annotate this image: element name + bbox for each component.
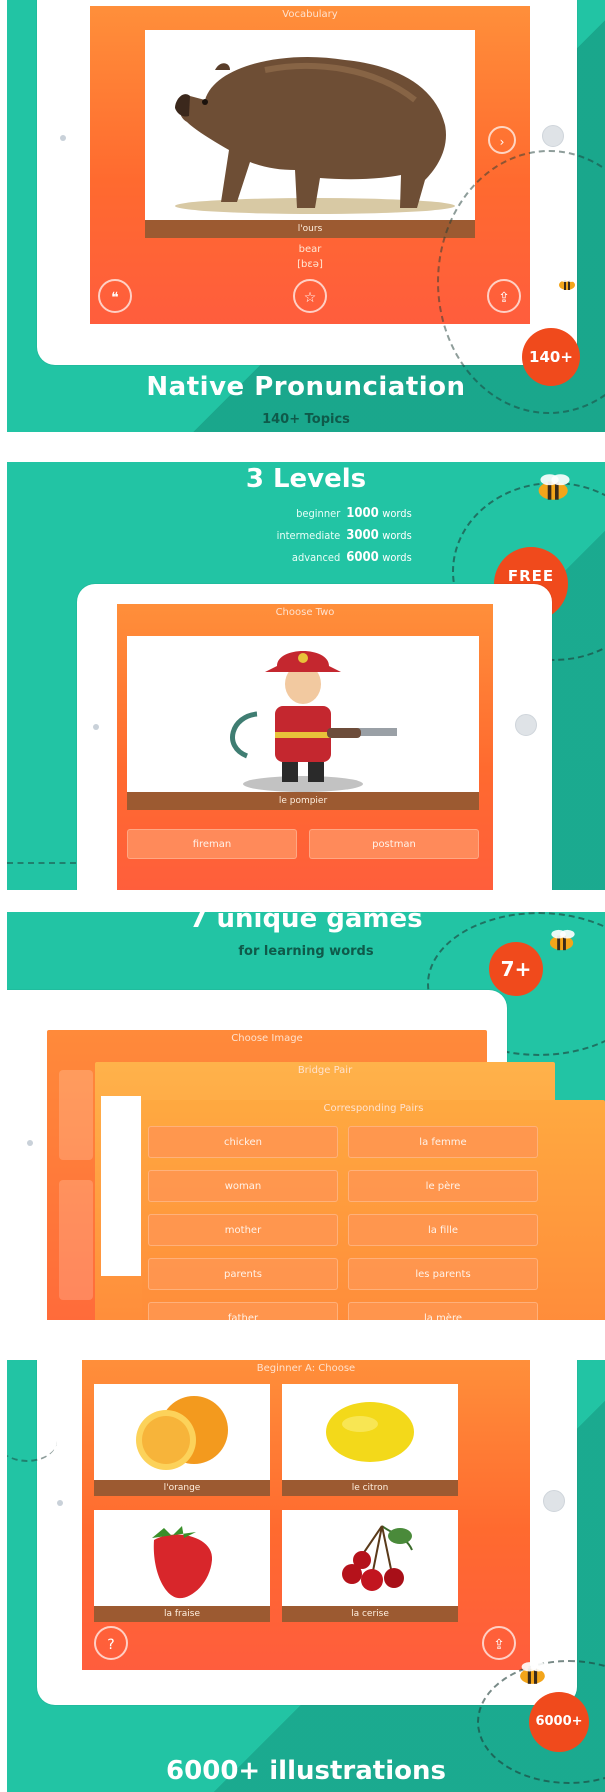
lemon-icon [326,1402,414,1462]
home-button[interactable] [542,125,564,147]
favorite-button[interactable]: ☆ [293,279,327,313]
pair-left-option[interactable]: mother [148,1214,338,1246]
cherry-icon [342,1525,413,1591]
tablet-frame: Beginner A: Choose l'orange le citron la… [37,1360,577,1705]
bee-icon [520,1662,547,1684]
headline: 6000+ illustrations [166,1756,446,1786]
headline: Native Pronunciation [146,372,466,402]
topics-badge-label: 140+ [529,348,573,366]
level-unit: words [382,551,412,564]
level-count: 3000 [346,528,379,543]
fireman-illustration [230,651,397,792]
games-badge: 7+ [489,942,543,996]
word-caption: le pompier [127,792,479,810]
screen-title: Vocabulary [282,9,338,20]
game-card-corresponding-pairs[interactable]: Corresponding Pairs chicken la femme wom… [142,1100,605,1320]
camera-dot [93,724,99,730]
camera-dot [27,1140,33,1146]
home-button[interactable] [543,1490,565,1512]
free-badge-label: FREE [507,567,555,585]
level-unit: words [382,529,412,542]
fruit-option-cherry[interactable]: la cerise [282,1510,458,1622]
illustrations-badge-label: 6000+ [535,1714,583,1729]
bear-illustration [175,56,455,214]
card-title: Choose Image [231,1033,303,1044]
fruit-caption: la cerise [282,1606,458,1622]
pair-left-option[interactable]: parents [148,1258,338,1290]
level-label: intermediate [276,529,341,542]
pair-right-option[interactable]: la fille [348,1214,538,1246]
level-label: beginner [296,507,341,520]
illustration-frame: le pompier [127,636,479,810]
screenshot-panel-games: 7 unique games for learning words 7+ Cho… [7,912,605,1320]
camera-dot [60,135,66,141]
home-button[interactable] [515,714,537,736]
level-label: advanced [291,551,341,564]
subheadline: 140+ Topics [262,412,350,427]
help-button[interactable]: ? [94,1626,128,1660]
pair-right-option[interactable]: les parents [348,1258,538,1290]
answer-option-2[interactable]: postman [309,829,479,859]
star-icon: ☆ [303,290,317,306]
pair-left-option[interactable]: woman [148,1170,338,1202]
word-caption: l'ours [145,220,475,238]
strawberry-icon [152,1526,213,1599]
pair-left-option[interactable]: chicken [148,1126,338,1158]
answer-option-1[interactable]: fireman [127,829,297,859]
fruit-caption: le citron [282,1480,458,1496]
screenshot-panel-levels: 3 Levels beginner 1000 words intermediate… [7,462,605,890]
question-icon: ? [107,1637,115,1653]
screen-title: Choose Two [275,607,335,618]
bee-icon [559,276,576,290]
screen-title: Beginner A: Choose [256,1363,356,1374]
pair-right-option[interactable]: la femme [348,1126,538,1158]
pair-right-option[interactable]: le père [348,1170,538,1202]
bee-icon [549,929,575,951]
share-icon: ⇪ [493,1637,505,1653]
level-unit: words [382,507,412,520]
fruit-caption: la fraise [94,1606,270,1622]
illustrations-badge: 6000+ [529,1692,589,1752]
app-screen: Beginner A: Choose l'orange le citron la… [82,1360,530,1670]
tablet-frame: Choose Two le pompier fireman postman [77,584,552,890]
next-arrow-icon: › [499,135,505,149]
quote-icon: ❝ [111,290,119,306]
fruit-option-orange[interactable]: l'orange [94,1384,270,1496]
pair-left-option[interactable]: father [148,1302,338,1320]
pair-right-option[interactable]: la mère [348,1302,538,1320]
fruit-option-lemon[interactable]: le citron [282,1384,458,1496]
fruit-caption: l'orange [94,1480,270,1496]
level-count: 6000 [346,550,379,565]
orange-icon [136,1396,228,1470]
share-button[interactable]: ⇪ [482,1626,516,1660]
games-badge-label: 7+ [500,957,532,981]
card-white-area [101,1096,141,1276]
camera-dot [57,1500,63,1506]
screenshot-panel-illustrations: Beginner A: Choose l'orange le citron la… [7,1360,605,1792]
app-screen: Choose Two le pompier fireman postman [117,604,493,890]
card-tile [59,1180,93,1300]
card-tile [59,1070,93,1160]
screenshot-panel-pronunciation: Vocabulary l'ours bear [bɛə] ❝ ☆ ⇪ › 140… [7,0,605,432]
bee-icon [538,474,570,500]
quote-button[interactable]: ❝ [98,279,132,313]
card-title: Bridge Pair [297,1065,353,1076]
fruit-option-strawberry[interactable]: la fraise [94,1510,270,1622]
illustration-frame: l'ours [145,30,475,238]
level-count: 1000 [346,506,379,521]
card-title: Corresponding Pairs [323,1103,424,1114]
next-button[interactable]: › [488,126,516,154]
